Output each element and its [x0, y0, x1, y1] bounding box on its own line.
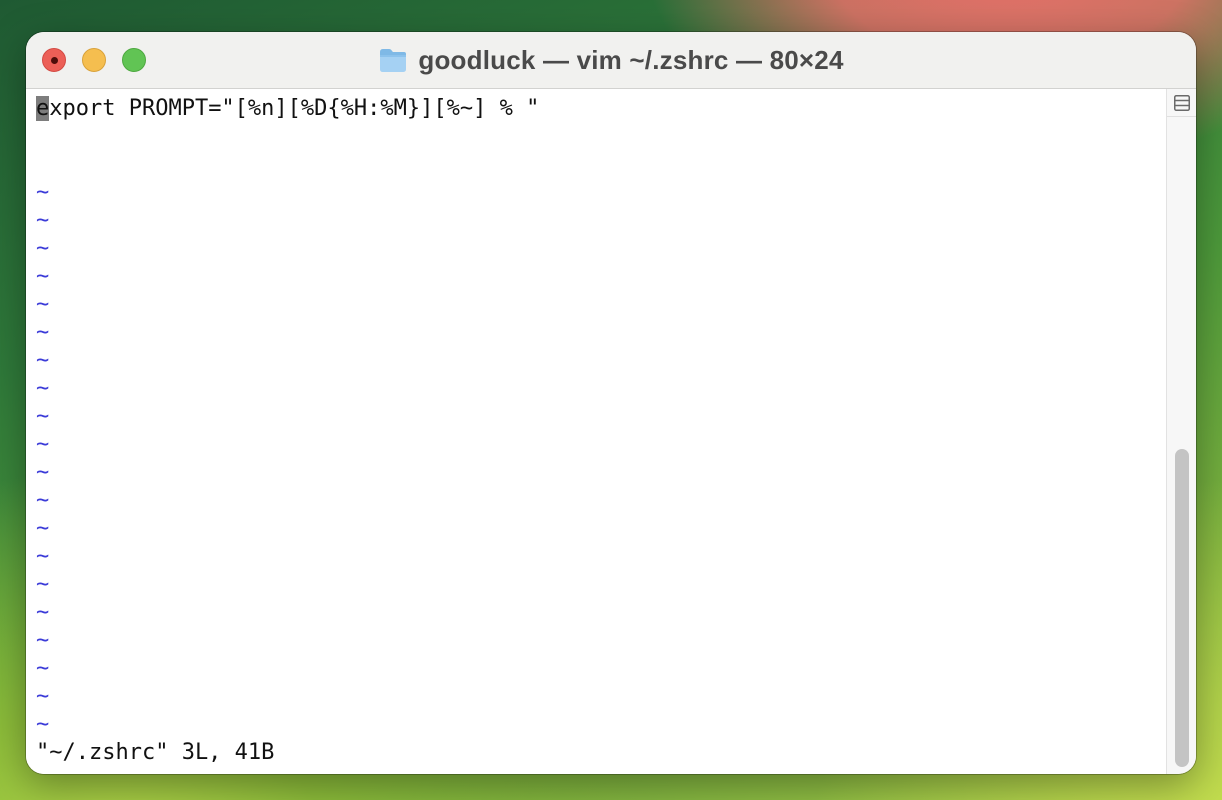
- split-view-icon[interactable]: [1167, 89, 1196, 117]
- title-area: goodluck — vim ~/.zshrc — 80×24: [26, 32, 1196, 88]
- empty-line-tilde: ~: [36, 236, 50, 261]
- empty-line-tilde: ~: [36, 712, 50, 737]
- title-bar[interactable]: goodluck — vim ~/.zshrc — 80×24: [26, 32, 1196, 89]
- empty-line-tilde: ~: [36, 460, 50, 485]
- window-title: goodluck — vim ~/.zshrc — 80×24: [418, 44, 844, 75]
- text-cursor: e: [36, 96, 50, 121]
- empty-line-tilde: ~: [36, 208, 50, 233]
- empty-line-tilde: ~: [36, 572, 50, 597]
- status-message: "~/.zshrc" 3L, 41B: [36, 740, 275, 765]
- empty-line-tilde: ~: [36, 348, 50, 373]
- empty-line-tilde: ~: [36, 516, 50, 541]
- empty-line-tilde: ~: [36, 684, 50, 709]
- empty-line-tilde: ~: [36, 320, 50, 345]
- empty-line-tilde: ~: [36, 432, 50, 457]
- buffer-line: export PROMPT="[%n][%D{%H:%M}][%~] % ": [36, 95, 539, 123]
- terminal-window: goodluck — vim ~/.zshrc — 80×24 export P…: [26, 32, 1196, 774]
- empty-line-tilde: ~: [36, 376, 50, 401]
- empty-line-tilde: ~: [36, 600, 50, 625]
- line-text: xport PROMPT="[%n][%D{%H:%M}][%~] % ": [49, 96, 540, 121]
- empty-line-tilde: ~: [36, 404, 50, 429]
- empty-line-tilde: ~: [36, 264, 50, 289]
- empty-line-tilde: ~: [36, 488, 50, 513]
- empty-line-tilde: ~: [36, 544, 50, 569]
- folder-icon: [378, 46, 408, 74]
- vertical-scrollbar[interactable]: [1166, 89, 1196, 774]
- vim-buffer[interactable]: export PROMPT="[%n][%D{%H:%M}][%~] % " ~…: [26, 89, 1166, 774]
- empty-line-tilde: ~: [36, 628, 50, 653]
- scrollbar-thumb[interactable]: [1175, 449, 1189, 767]
- empty-line-tilde: ~: [36, 292, 50, 317]
- empty-line-tilde: ~: [36, 656, 50, 681]
- empty-line-tilde: ~: [36, 180, 50, 205]
